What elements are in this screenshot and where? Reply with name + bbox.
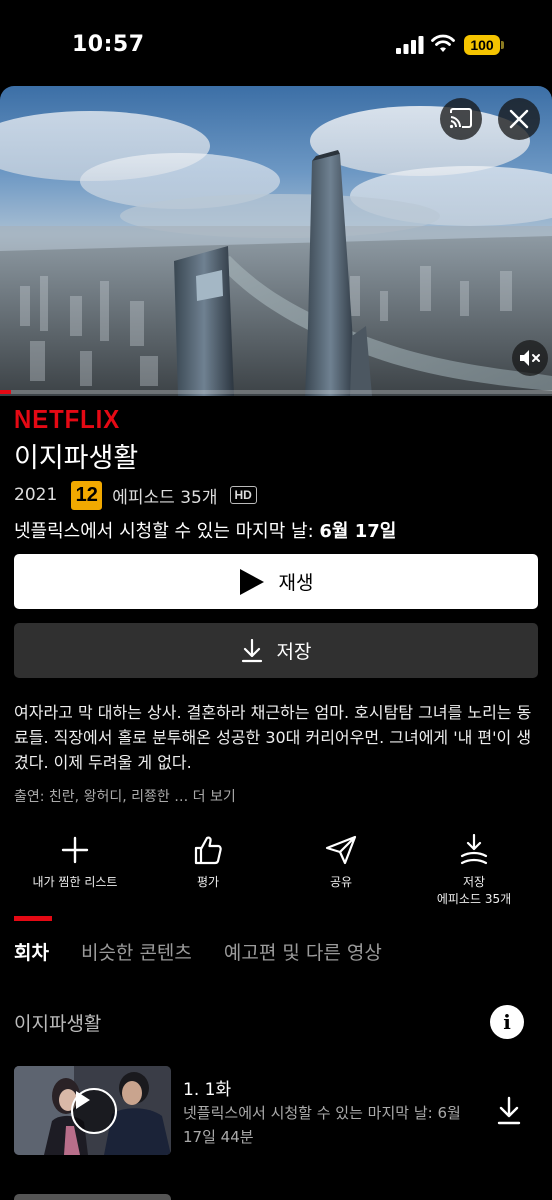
cast-list[interactable]: 출연: 친란, 왕허디, 리쭁한 … 더 보기 <box>14 786 236 806</box>
video-progress-bar[interactable] <box>0 390 552 394</box>
active-tab-indicator <box>14 916 52 921</box>
episode-download-icon[interactable] <box>496 1096 522 1126</box>
share-label: 공유 <box>329 875 353 889</box>
my-list-button[interactable]: 내가 찜한 리스트 <box>7 830 143 891</box>
download-episodes-button[interactable]: 저장 에피소드 35개 <box>406 830 542 908</box>
age-rating-badge: 12 <box>71 480 103 510</box>
availability-prefix: 넷플릭스에서 시청할 수 있는 마지막 날: <box>14 521 320 542</box>
plus-icon <box>61 836 89 864</box>
my-list-label: 내가 찜한 리스트 <box>32 875 118 889</box>
tab-episodes[interactable]: 회차 <box>14 938 49 965</box>
download-button[interactable]: 저장 <box>14 623 538 678</box>
download-episodes-label-2: 에피소드 35개 <box>436 892 512 906</box>
tab-similar[interactable]: 비슷한 콘텐츠 <box>81 938 192 965</box>
episode-item[interactable]: 1. 1화 넷플릭스에서 시청할 수 있는 마지막 날: 6월 17일 44분 <box>14 1066 538 1156</box>
video-progress-fill <box>0 390 12 394</box>
download-episodes-icon <box>460 834 488 865</box>
close-button[interactable] <box>498 98 540 140</box>
action-row: 내가 찜한 리스트 평가 공유 저장 에피소드 35개 <box>0 830 552 910</box>
availability-notice: 넷플릭스에서 시청할 수 있는 마지막 날: 6월 17일 <box>14 517 396 543</box>
netflix-logo: NETFLIX <box>14 404 121 434</box>
cast-button[interactable] <box>440 98 482 140</box>
cellular-signal-icon <box>396 36 424 54</box>
show-title: 이지파생활 <box>14 443 139 474</box>
synopsis: 여자라고 막 대하는 상사. 결혼하라 채근하는 엄마. 호시탐탐 그녀를 노리… <box>14 703 532 772</box>
info-icon: i <box>503 1010 511 1034</box>
thumbs-up-icon <box>194 836 222 865</box>
battery-level: 100 <box>470 37 494 53</box>
play-button[interactable]: 재생 <box>14 554 538 609</box>
status-bar: 10:57 100 <box>0 0 552 86</box>
status-time: 10:57 <box>72 32 145 57</box>
battery-icon: 100 <box>464 35 504 55</box>
share-icon <box>325 835 357 865</box>
download-button-label: 저장 <box>276 641 312 663</box>
episode-subtitle: 넷플릭스에서 시청할 수 있는 마지막 날: 6월 17일 44분 <box>183 1104 461 1146</box>
mute-button[interactable] <box>512 340 548 376</box>
episode-count: 에피소드 35개 <box>112 487 218 508</box>
show-meta: 2021 12 에피소드 35개 HD <box>14 480 257 510</box>
cast-icon <box>449 108 472 129</box>
play-icon <box>239 568 264 595</box>
episode-play-button[interactable] <box>71 1088 117 1134</box>
download-episodes-label-1: 저장 <box>462 875 486 889</box>
tab-trailers[interactable]: 예고편 및 다른 영상 <box>224 938 382 965</box>
content-tabs: 회차 비슷한 콘텐츠 예고편 및 다른 영상 <box>14 938 414 965</box>
speaker-muted-icon <box>520 350 540 366</box>
rate-button[interactable]: 평가 <box>140 830 276 891</box>
play-button-label: 재생 <box>278 572 314 594</box>
hero-video[interactable] <box>0 86 552 396</box>
availability-date: 6월 17일 <box>319 521 397 542</box>
rate-label: 평가 <box>196 875 220 889</box>
play-icon <box>76 1091 90 1109</box>
close-icon <box>509 109 529 129</box>
wifi-icon <box>431 34 455 52</box>
release-year: 2021 <box>14 485 58 505</box>
share-button[interactable]: 공유 <box>273 830 409 891</box>
episode-thumbnail[interactable] <box>14 1066 171 1155</box>
season-label: 이지파생활 <box>14 1013 102 1035</box>
hd-badge: HD <box>229 486 257 504</box>
episode-title: 1. 1화 <box>183 1080 232 1100</box>
info-button[interactable]: i <box>490 1005 524 1039</box>
download-icon <box>241 638 262 662</box>
next-episode-thumbnail[interactable] <box>14 1194 171 1200</box>
